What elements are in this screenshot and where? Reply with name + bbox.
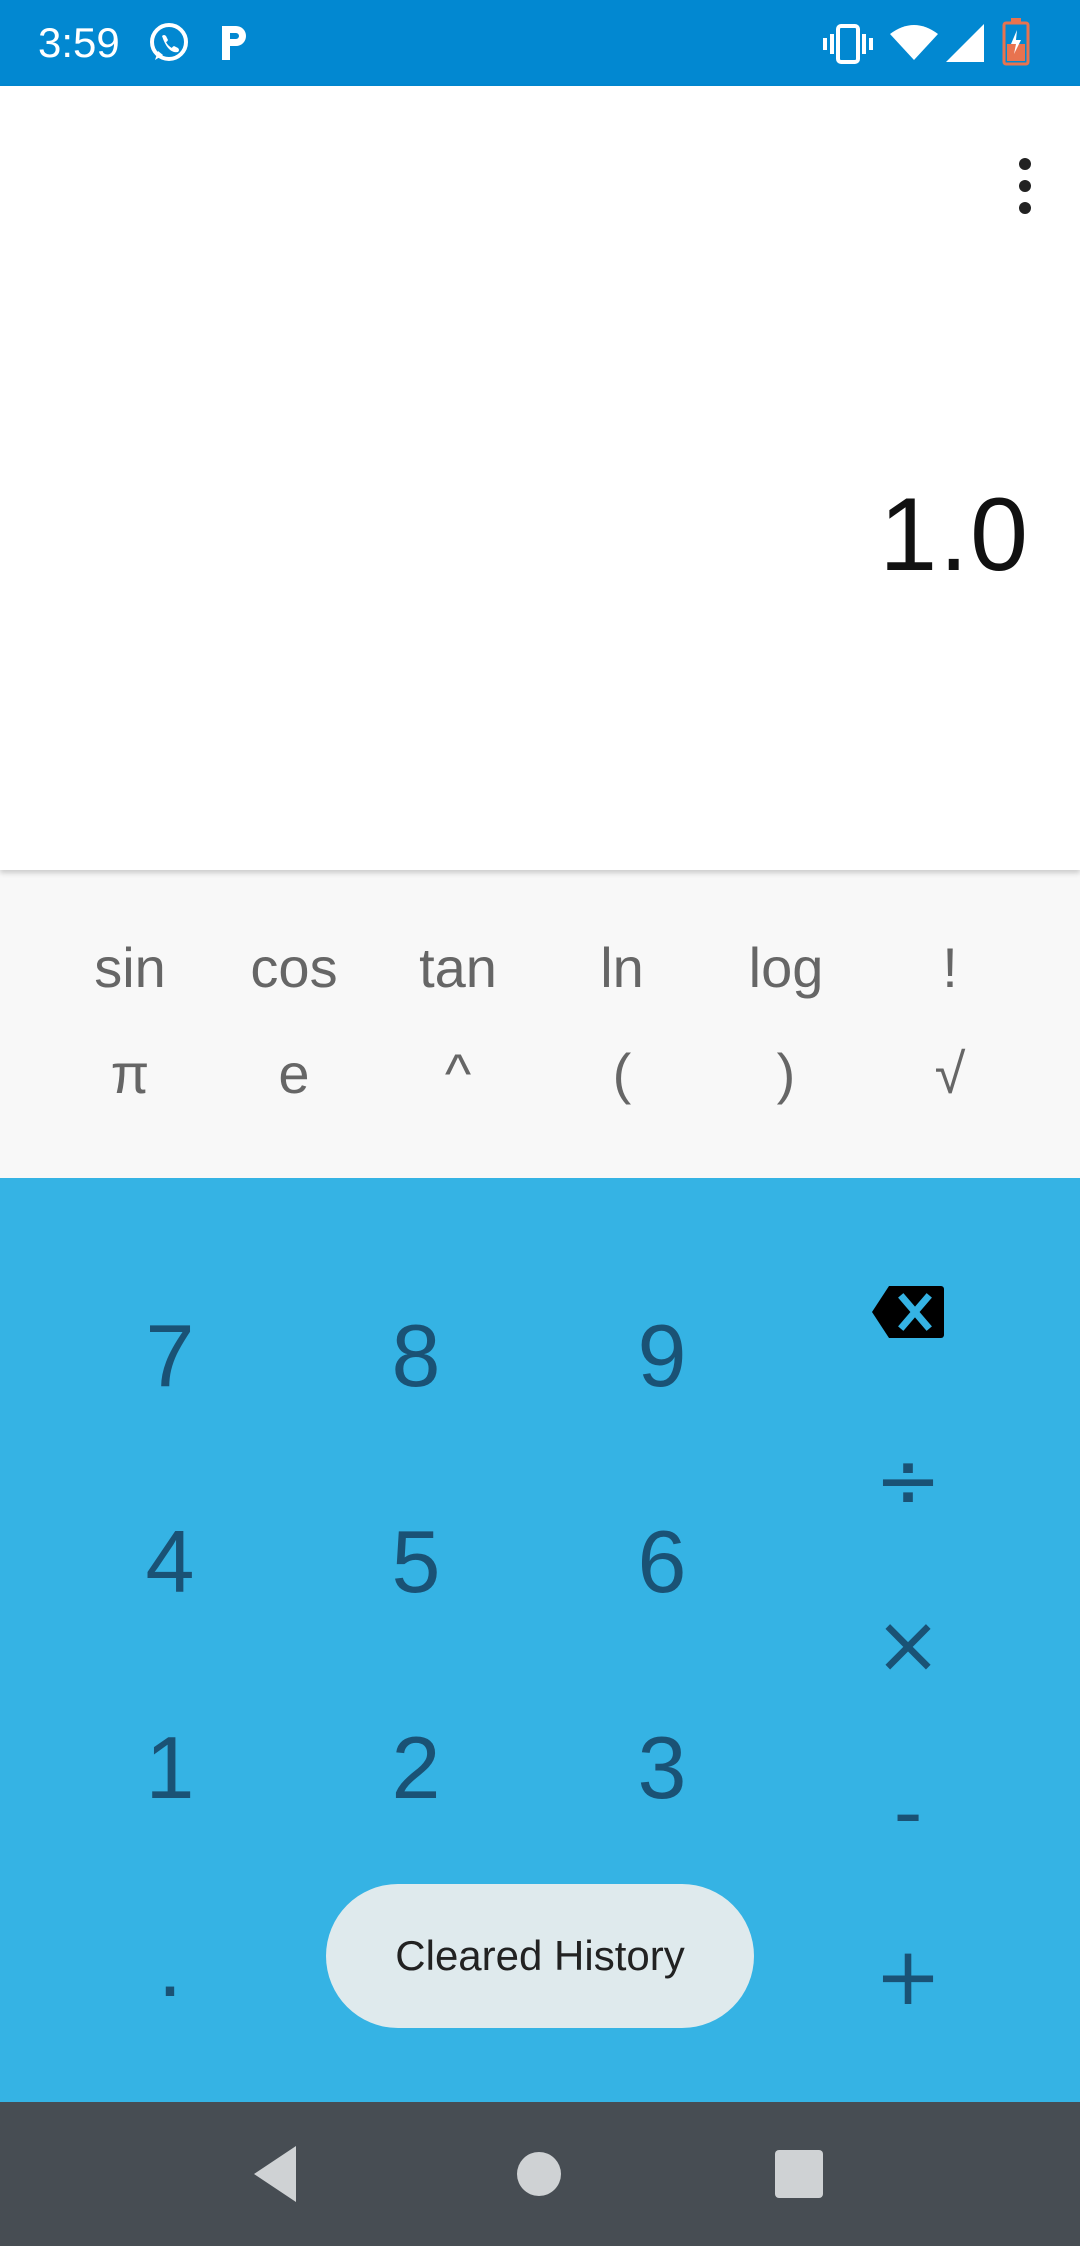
- backspace-icon: [872, 1286, 944, 1339]
- scientific-row-2: π e ^ ( ) √: [0, 1024, 1080, 1124]
- ln-button[interactable]: ln: [540, 918, 704, 1018]
- decimal-point-button[interactable]: .: [50, 1876, 290, 2056]
- cos-button[interactable]: cos: [212, 918, 376, 1018]
- wifi-icon: [890, 25, 938, 60]
- sqrt-button[interactable]: √: [868, 1024, 1032, 1124]
- whatsapp-icon: [150, 23, 188, 61]
- home-icon[interactable]: [505, 2140, 573, 2208]
- open-paren-button[interactable]: (: [540, 1024, 704, 1124]
- status-time: 3:59: [38, 19, 120, 66]
- factorial-button[interactable]: !: [868, 918, 1032, 1018]
- e-button[interactable]: e: [212, 1024, 376, 1124]
- display-panel: 1.0: [0, 86, 1080, 870]
- digit-5-button[interactable]: 5: [296, 1472, 536, 1652]
- multiply-button[interactable]: ×: [808, 1570, 1008, 1720]
- tan-button[interactable]: tan: [376, 918, 540, 1018]
- digit-1-button[interactable]: 1: [50, 1678, 290, 1858]
- digit-4-button[interactable]: 4: [50, 1472, 290, 1652]
- add-button[interactable]: +: [808, 1902, 1008, 2052]
- more-vert-icon[interactable]: [990, 136, 1060, 236]
- p-app-icon: [222, 26, 246, 60]
- digit-3-button[interactable]: 3: [542, 1678, 782, 1858]
- vibrate-icon: [823, 24, 873, 64]
- battery-icon: [1002, 18, 1030, 66]
- scientific-row-1: sin cos tan ln log !: [0, 918, 1080, 1018]
- result-display: 1.0: [879, 477, 1030, 593]
- status-bar: 3:59: [0, 0, 1080, 86]
- toast-message: Cleared History: [326, 1884, 754, 2028]
- divide-button[interactable]: ÷: [808, 1406, 1008, 1556]
- log-button[interactable]: log: [704, 918, 868, 1018]
- back-icon[interactable]: [240, 2140, 308, 2208]
- subtract-button[interactable]: -: [808, 1738, 1008, 1888]
- digit-9-button[interactable]: 9: [542, 1266, 782, 1446]
- sin-button[interactable]: sin: [48, 918, 212, 1018]
- recents-icon[interactable]: [765, 2140, 833, 2208]
- digit-7-button[interactable]: 7: [50, 1266, 290, 1446]
- power-button[interactable]: ^: [376, 1024, 540, 1124]
- scientific-panel: sin cos tan ln log ! π e ^ ( ) √: [0, 870, 1080, 1178]
- digit-6-button[interactable]: 6: [542, 1472, 782, 1652]
- signal-icon: [946, 24, 984, 62]
- nav-bar: [0, 2102, 1080, 2246]
- digit-8-button[interactable]: 8: [296, 1266, 536, 1446]
- backspace-button[interactable]: [808, 1232, 1008, 1382]
- close-paren-button[interactable]: ): [704, 1024, 868, 1124]
- pi-button[interactable]: π: [48, 1024, 212, 1124]
- digit-2-button[interactable]: 2: [296, 1678, 536, 1858]
